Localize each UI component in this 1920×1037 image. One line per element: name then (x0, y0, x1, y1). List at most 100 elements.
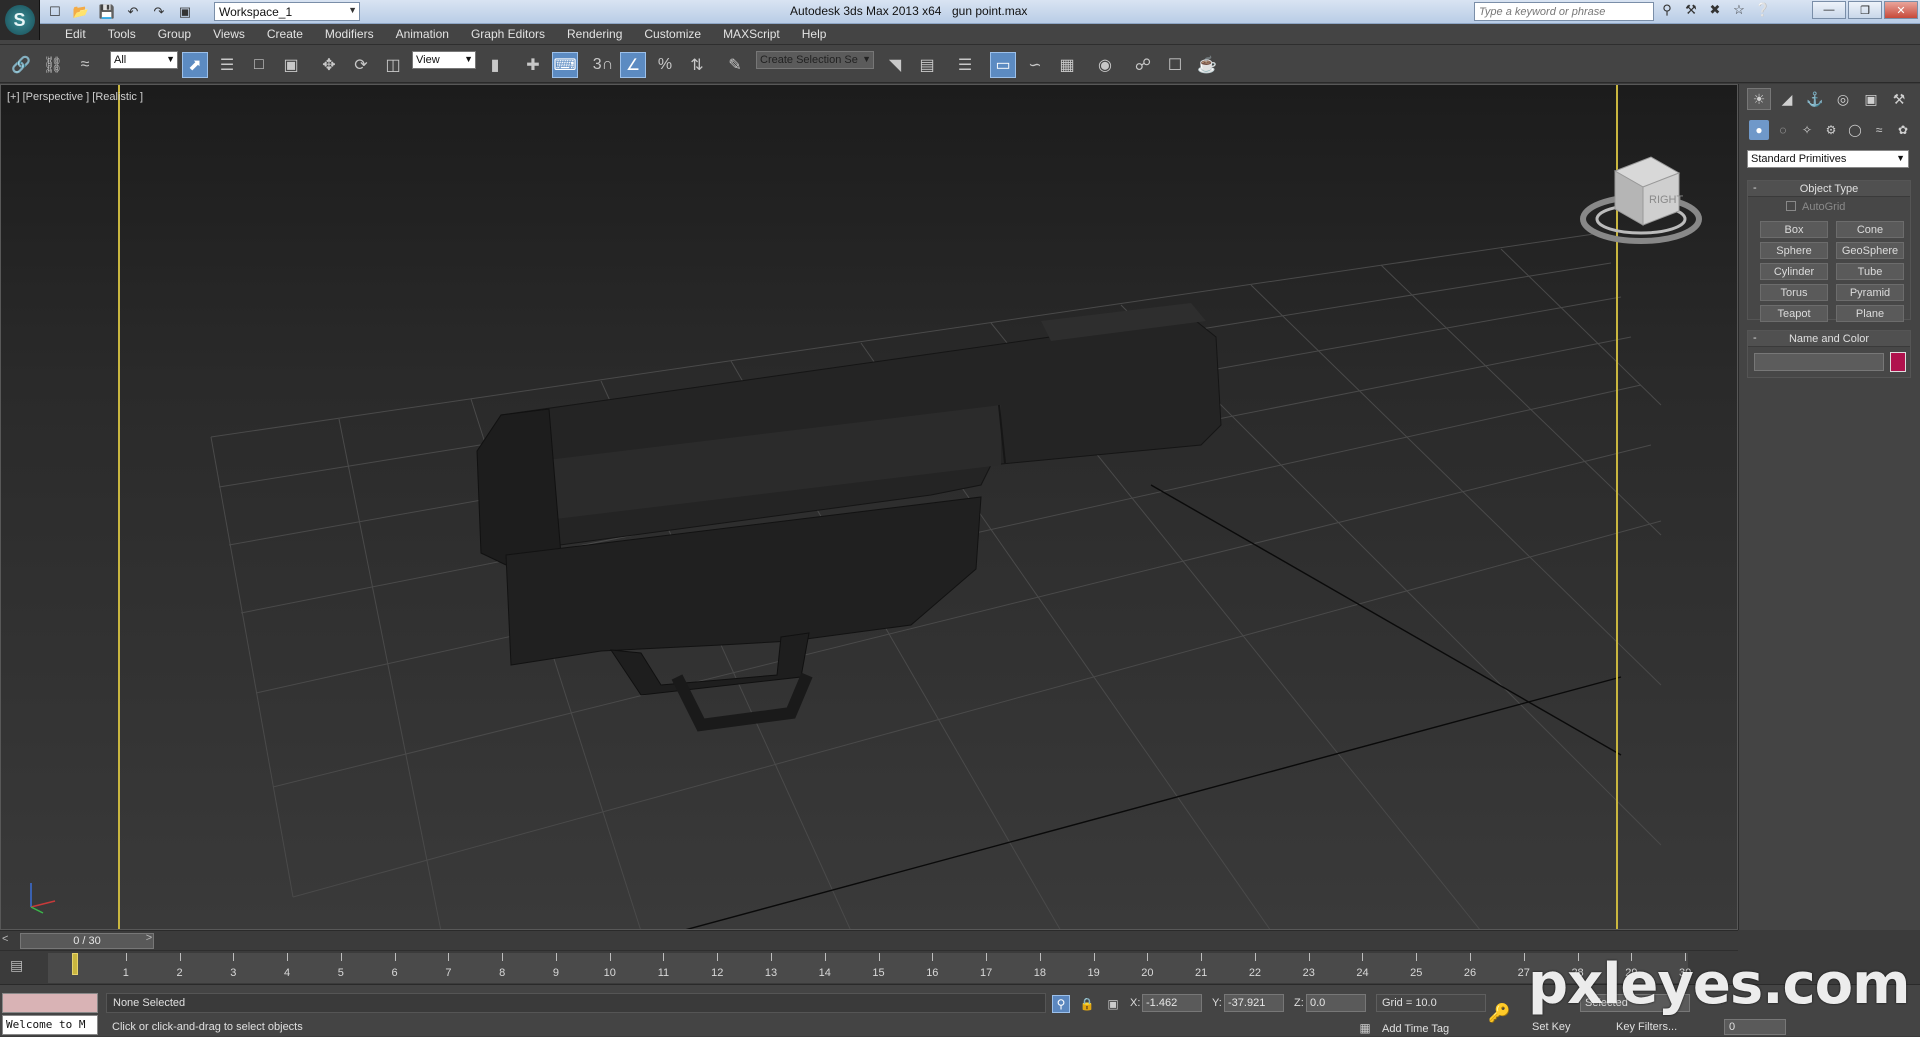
material-editor-icon[interactable]: ◉ (1092, 52, 1118, 78)
named-selection-sets-dropdown[interactable]: Create Selection Se ▼ (756, 51, 874, 69)
space-warps-icon[interactable]: ≈ (1869, 120, 1889, 140)
schematic-view-icon[interactable]: ▦ (1054, 52, 1080, 78)
current-frame-marker[interactable] (72, 953, 78, 975)
angle-snap-icon[interactable]: ∠ (620, 52, 646, 78)
time-slider-thumb[interactable]: 0 / 30 (20, 933, 154, 949)
current-frame-field[interactable]: 0 (1724, 1019, 1786, 1035)
restore-button[interactable]: ❐ (1848, 1, 1882, 19)
project-folder-icon[interactable]: ▣ (176, 4, 194, 20)
previous-frame-icon[interactable]: < (2, 933, 16, 947)
binoculars-icon[interactable]: ⚲ (1658, 2, 1676, 18)
y-coordinate-field[interactable]: -37.921 (1224, 994, 1284, 1012)
selection-filter-dropdown[interactable]: All ▼ (110, 51, 178, 69)
select-object-icon[interactable]: ⬈ (182, 52, 208, 78)
menu-customize[interactable]: Customize (633, 27, 712, 41)
maxscript-listener-field[interactable] (2, 993, 98, 1013)
menu-animation[interactable]: Animation (385, 27, 460, 41)
align-icon[interactable]: ▤ (914, 52, 940, 78)
graphite-ribbon-icon[interactable]: ▭ (990, 52, 1016, 78)
motion-tab-icon[interactable]: ◎ (1831, 88, 1855, 110)
isolate-selection-icon[interactable]: ⚲ (1052, 995, 1070, 1013)
autogrid-checkbox[interactable]: AutoGrid (1786, 201, 1845, 213)
reference-coordinate-dropdown[interactable]: View ▼ (412, 51, 476, 69)
sphere-button[interactable]: Sphere (1760, 242, 1828, 259)
teapot-button[interactable]: Teapot (1760, 305, 1828, 322)
key-filters-button[interactable]: Key Filters... (1616, 1021, 1677, 1033)
menu-edit[interactable]: Edit (54, 27, 97, 41)
undo-icon[interactable]: ↶ (124, 4, 142, 20)
modify-tab-icon[interactable]: ◢ (1775, 88, 1799, 110)
rendered-frame-window-icon[interactable]: ☐ (1162, 52, 1188, 78)
menu-create[interactable]: Create (256, 27, 314, 41)
snap-toggle-icon[interactable]: 3 ∩ (590, 52, 616, 78)
percent-snap-icon[interactable]: % (652, 52, 678, 78)
add-time-tag-button[interactable]: Add Time Tag (1382, 1023, 1449, 1035)
helpers-icon[interactable]: ◯ (1845, 120, 1865, 140)
rectangular-selection-icon[interactable]: □ (246, 52, 272, 78)
tube-button[interactable]: Tube (1836, 263, 1904, 280)
open-file-icon[interactable]: 📂 (72, 4, 90, 20)
maxscript-output-field[interactable]: Welcome to M (2, 1015, 98, 1035)
display-tab-icon[interactable]: ▣ (1859, 88, 1883, 110)
menu-tools[interactable]: Tools (97, 27, 147, 41)
pivot-center-icon[interactable]: ▮ (482, 52, 508, 78)
track-ruler[interactable]: 1 2 3 4 5 6 7 8 9 10 11 12 13 14 15 16 17 18 19 20 21 22 23 24 2… (48, 953, 1691, 983)
geometry-sphere-icon[interactable]: ● (1749, 120, 1769, 140)
menu-views[interactable]: Views (202, 27, 256, 41)
render-production-icon[interactable]: ☕ (1194, 52, 1220, 78)
edit-named-selection-icon[interactable]: ✎ (722, 52, 748, 78)
tools-icon[interactable]: ⚒ (1682, 2, 1700, 18)
systems-icon[interactable]: ✿ (1893, 120, 1913, 140)
torus-button[interactable]: Torus (1760, 284, 1828, 301)
menu-group[interactable]: Group (147, 27, 202, 41)
curve-editor-icon[interactable]: ∽ (1022, 52, 1048, 78)
object-name-field[interactable] (1754, 353, 1884, 371)
mirror-icon[interactable]: ◥ (882, 52, 908, 78)
pyramid-button[interactable]: Pyramid (1836, 284, 1904, 301)
close-button[interactable]: ✕ (1884, 1, 1918, 19)
manipulate-icon[interactable]: ✚ (520, 52, 546, 78)
render-setup-icon[interactable]: ☍ (1130, 52, 1156, 78)
create-tab-sun-icon[interactable]: ☀ (1747, 88, 1771, 110)
key-icon[interactable]: 🔑 (1488, 1003, 1510, 1024)
favorites-star-icon[interactable]: ☆ (1730, 2, 1748, 18)
name-and-color-header[interactable]: - Name and Color (1748, 331, 1910, 347)
x-coordinate-field[interactable]: -1.462 (1142, 994, 1202, 1012)
cylinder-button[interactable]: Cylinder (1760, 263, 1828, 280)
set-key-button[interactable]: Set Key (1532, 1021, 1571, 1033)
z-coordinate-field[interactable]: 0.0 (1306, 994, 1366, 1012)
redo-icon[interactable]: ↷ (150, 4, 168, 20)
spinner-snap-icon[interactable]: ⇅ (684, 52, 710, 78)
cameras-icon[interactable]: ⚙ (1821, 120, 1841, 140)
menu-maxscript[interactable]: MAXScript (712, 27, 791, 41)
shapes-icon[interactable]: ◌ (1773, 120, 1793, 140)
save-icon[interactable]: 💾 (98, 4, 116, 20)
object-type-header[interactable]: - Object Type (1748, 181, 1910, 197)
key-set-selection-dropdown[interactable]: Selected (1580, 994, 1690, 1012)
utilities-tab-hammer-icon[interactable]: ⚒ (1887, 88, 1911, 110)
next-frame-icon[interactable]: > (142, 932, 156, 948)
new-file-icon[interactable]: ☐ (46, 4, 64, 20)
absolute-mode-icon[interactable]: ▣ (1104, 995, 1122, 1013)
search-input[interactable]: Type a keyword or phrase (1474, 2, 1654, 21)
lights-icon[interactable]: ✧ (1797, 120, 1817, 140)
menu-graph-editors[interactable]: Graph Editors (460, 27, 556, 41)
viewcube[interactable]: RIGHT (1579, 141, 1709, 251)
perspective-viewport[interactable]: [+] [Perspective ] [Realistic ] RIGHT (0, 84, 1738, 930)
geosphere-button[interactable]: GeoSphere (1836, 242, 1904, 259)
select-by-name-icon[interactable]: ☰ (214, 52, 240, 78)
select-and-rotate-icon[interactable]: ⟳ (348, 52, 374, 78)
selection-lock-icon[interactable]: 🔒 (1078, 995, 1096, 1013)
box-button[interactable]: Box (1760, 221, 1828, 238)
object-color-swatch[interactable] (1890, 352, 1906, 372)
minimize-button[interactable]: — (1812, 1, 1846, 19)
mini-curve-editor-icon[interactable]: ▤ (10, 957, 32, 977)
plane-button[interactable]: Plane (1836, 305, 1904, 322)
keyboard-shortcut-override-icon[interactable]: ⌨ (552, 52, 578, 78)
layer-manager-icon[interactable]: ☰ (952, 52, 978, 78)
bind-space-warp-icon[interactable]: ≈ (72, 52, 98, 78)
link-icon[interactable]: 🔗 (8, 52, 34, 78)
select-and-scale-icon[interactable]: ◫ (380, 52, 406, 78)
cone-button[interactable]: Cone (1836, 221, 1904, 238)
menu-rendering[interactable]: Rendering (556, 27, 633, 41)
